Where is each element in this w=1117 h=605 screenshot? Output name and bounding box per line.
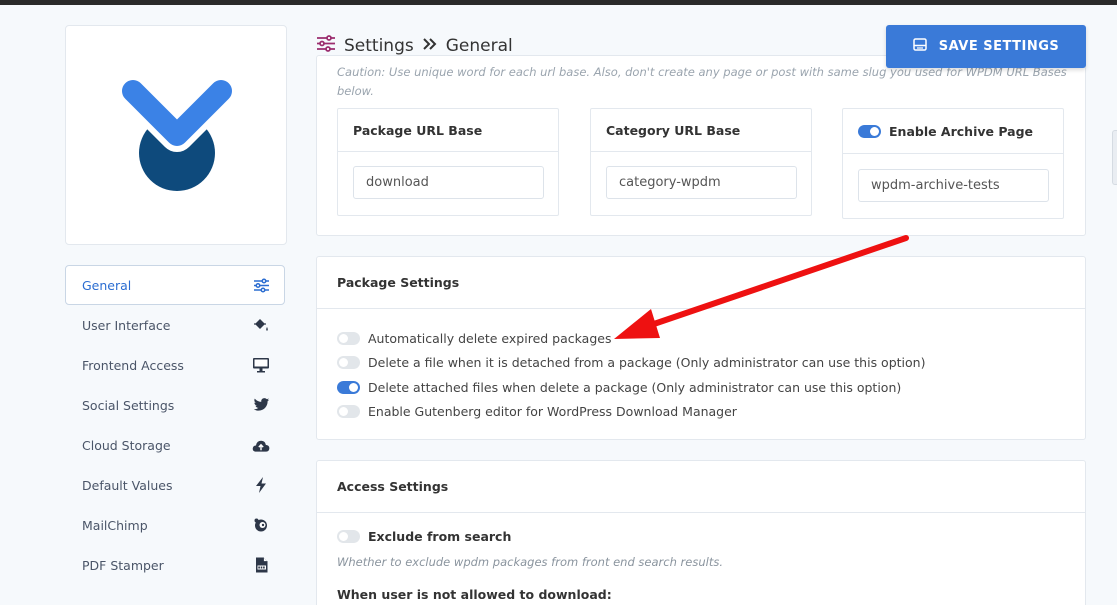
sidebar-item-label: Social Settings <box>82 397 175 413</box>
page-title-text: Settings <box>344 36 414 56</box>
category-url-base-box: Category URL Base category-wpdm <box>590 108 812 216</box>
settings-nav: General User Interface Frontend Access S… <box>65 265 285 585</box>
sidebar-item-social-settings[interactable]: Social Settings <box>65 385 285 425</box>
page-title: Settings General <box>316 35 513 57</box>
paint-bucket-icon <box>252 316 270 334</box>
cloud-upload-icon <box>252 436 270 454</box>
package-settings-title: Package Settings <box>317 257 1085 309</box>
logo-card <box>65 25 287 245</box>
save-settings-label: SAVE SETTINGS <box>938 39 1060 54</box>
sliders-icon <box>316 35 336 57</box>
wpdm-logo-icon <box>121 79 233 191</box>
exclude-from-search-label: Exclude from search <box>368 529 512 544</box>
top-bar <box>0 0 1117 5</box>
exclude-from-search-toggle[interactable] <box>337 530 360 543</box>
enable-archive-toggle[interactable] <box>858 124 881 138</box>
archive-page-box: Enable Archive Page wpdm-archive-tests <box>842 108 1064 219</box>
package-url-base-title: Package URL Base <box>338 109 558 152</box>
save-settings-button[interactable]: SAVE SETTINGS <box>886 25 1086 68</box>
side-scroll-tab[interactable] <box>1112 130 1117 185</box>
option-delete-detached-file: Delete a file when it is detached from a… <box>337 351 1065 376</box>
option-enable-gutenberg: Enable Gutenberg editor for WordPress Do… <box>337 400 1065 425</box>
sidebar-item-general[interactable]: General <box>65 265 285 305</box>
sidebar-item-cloud-storage[interactable]: Cloud Storage <box>65 425 285 465</box>
page-subtitle-text: General <box>445 36 513 56</box>
exclude-from-search-row: Exclude from search <box>337 529 511 544</box>
url-bases-panel: Caution: Use unique word for each url ba… <box>316 55 1086 236</box>
sidebar-item-frontend-access[interactable]: Frontend Access <box>65 345 285 385</box>
sidebar-item-label: User Interface <box>82 317 171 333</box>
twitter-icon <box>252 396 270 414</box>
package-settings-panel: Package Settings Automatically delete ex… <box>316 256 1086 440</box>
option-label: Enable Gutenberg editor for WordPress Do… <box>368 404 737 420</box>
sidebar-item-label: PDF Stamper <box>82 557 164 573</box>
option-delete-attached-files: Delete attached files when delete a pack… <box>337 375 1065 400</box>
sidebar-item-label: Default Values <box>82 477 173 493</box>
package-url-base-box: Package URL Base download <box>337 108 559 216</box>
not-allowed-download-label: When user is not allowed to download: <box>337 587 612 602</box>
sliders-icon <box>252 276 270 294</box>
access-settings-panel: Access Settings Exclude from search Whet… <box>316 460 1086 605</box>
access-settings-title: Access Settings <box>317 461 1085 513</box>
option-label: Automatically delete expired packages <box>368 330 612 346</box>
enable-gutenberg-toggle[interactable] <box>337 405 360 419</box>
sidebar-item-pdf-stamper[interactable]: PDF Stamper <box>65 545 285 585</box>
save-icon <box>912 38 927 55</box>
double-chevron-icon <box>422 36 438 56</box>
bolt-icon <box>252 476 270 494</box>
category-url-base-input[interactable]: category-wpdm <box>606 166 797 199</box>
sidebar-item-user-interface[interactable]: User Interface <box>65 305 285 345</box>
mailchimp-icon <box>252 516 270 534</box>
sidebar-item-label: MailChimp <box>82 517 148 533</box>
sidebar-item-default-values[interactable]: Default Values <box>65 465 285 505</box>
option-label: Delete attached files when delete a pack… <box>368 379 902 395</box>
option-label: Delete a file when it is detached from a… <box>368 355 926 371</box>
archive-slug-input[interactable]: wpdm-archive-tests <box>858 169 1049 202</box>
delete-detached-file-toggle[interactable] <box>337 356 360 370</box>
archive-page-title: Enable Archive Page <box>889 123 1034 139</box>
package-url-base-input[interactable]: download <box>353 166 544 199</box>
sidebar-item-label: Frontend Access <box>82 357 184 373</box>
delete-attached-files-toggle[interactable] <box>337 380 360 394</box>
category-url-base-title: Category URL Base <box>591 109 811 152</box>
pdf-file-icon <box>252 556 270 574</box>
sidebar-item-label: Cloud Storage <box>82 437 171 453</box>
archive-page-header: Enable Archive Page <box>843 109 1063 154</box>
monitor-icon <box>252 356 270 374</box>
auto-delete-expired-toggle[interactable] <box>337 331 360 345</box>
option-auto-delete-expired: Automatically delete expired packages <box>337 326 1065 351</box>
sidebar-item-label: General <box>82 277 132 293</box>
exclude-from-search-description: Whether to exclude wpdm packages from fr… <box>337 555 723 569</box>
caution-text: Caution: Use unique word for each url ba… <box>337 65 1067 98</box>
sidebar-item-mailchimp[interactable]: MailChimp <box>65 505 285 545</box>
